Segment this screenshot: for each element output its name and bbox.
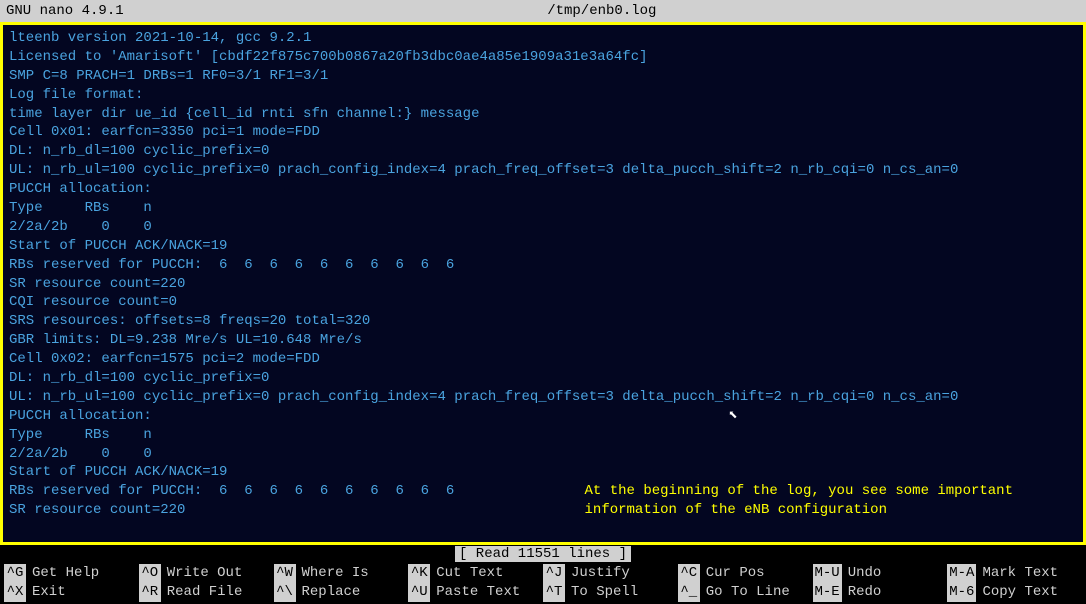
shortcut-item[interactable]: ^U Paste Text <box>408 583 543 602</box>
shortcut-key: ^C <box>678 564 700 583</box>
shortcut-item[interactable]: ^T To Spell <box>543 583 678 602</box>
shortcut-label: Where Is <box>302 564 369 583</box>
shortcut-item[interactable]: ^R Read File <box>139 583 274 602</box>
annotation-box: At the beginning of the log, you see som… <box>585 482 1013 520</box>
log-line: UL: n_rb_ul=100 cyclic_prefix=0 prach_co… <box>9 388 1077 407</box>
shortcuts-row-2: ^X Exit ^R Read File ^\ Replace ^U Paste Text ^T… <box>0 583 1086 602</box>
shortcut-item[interactable]: M-A Mark Text <box>947 564 1082 583</box>
status-line: [ Read 11551 lines ] <box>0 545 1086 564</box>
log-line: Type RBs n <box>9 426 1077 445</box>
shortcut-label: Exit <box>32 583 66 602</box>
shortcut-key: ^U <box>408 583 430 602</box>
log-line: Cell 0x02: earfcn=1575 pci=2 mode=FDD <box>9 350 1077 369</box>
shortcut-key: ^K <box>408 564 430 583</box>
shortcut-label: Cur Pos <box>706 564 765 583</box>
shortcut-key: M-A <box>947 564 976 583</box>
shortcut-label: Redo <box>848 583 882 602</box>
log-line: Start of PUCCH ACK/NACK=19 <box>9 463 1077 482</box>
shortcut-key: ^_ <box>678 583 700 602</box>
log-line: 2/2a/2b 0 0 <box>9 218 1077 237</box>
log-line: SR resource count=220 <box>9 275 1077 294</box>
shortcut-key: ^O <box>139 564 161 583</box>
shortcut-label: Get Help <box>32 564 99 583</box>
log-line: PUCCH allocation: <box>9 180 1077 199</box>
shortcuts-row-1: ^G Get Help ^O Write Out ^W Where Is ^K Cut Tex… <box>0 564 1086 583</box>
shortcut-item[interactable]: ^\ Replace <box>274 583 409 602</box>
log-line: DL: n_rb_dl=100 cyclic_prefix=0 <box>9 142 1077 161</box>
shortcut-key: ^\ <box>274 583 296 602</box>
shortcut-item[interactable]: ^O Write Out <box>139 564 274 583</box>
log-line: RBs reserved for PUCCH: 6 6 6 6 6 6 6 6 … <box>9 256 1077 275</box>
shortcut-label: Paste Text <box>436 583 520 602</box>
log-line: Cell 0x01: earfcn=3350 pci=1 mode=FDD <box>9 123 1077 142</box>
shortcut-item[interactable]: ^J Justify <box>543 564 678 583</box>
log-line: time layer dir ue_id {cell_id rnti sfn c… <box>9 105 1077 124</box>
shortcut-key: ^W <box>274 564 296 583</box>
shortcut-key: ^R <box>139 583 161 602</box>
shortcut-label: Mark Text <box>982 564 1058 583</box>
shortcut-item[interactable]: M-6 Copy Text <box>947 583 1082 602</box>
log-line: Log file format: <box>9 86 1077 105</box>
annotation-line2: information of the eNB configuration <box>585 501 1013 520</box>
shortcut-label: To Spell <box>571 583 638 602</box>
shortcut-key: M-E <box>813 583 842 602</box>
shortcut-key: ^T <box>543 583 565 602</box>
shortcut-label: Cut Text <box>436 564 503 583</box>
log-line: Type RBs n <box>9 199 1077 218</box>
shortcut-label: Copy Text <box>982 583 1058 602</box>
shortcut-key: ^G <box>4 564 26 583</box>
status-text: [ Read 11551 lines ] <box>455 546 631 562</box>
shortcut-item[interactable]: M-U Undo <box>813 564 948 583</box>
shortcut-key: M-6 <box>947 583 976 602</box>
log-line: 2/2a/2b 0 0 <box>9 445 1077 464</box>
shortcut-label: Write Out <box>167 564 243 583</box>
log-line: GBR limits: DL=9.238 Mre/s UL=10.648 Mre… <box>9 331 1077 350</box>
log-line: lteenb version 2021-10-14, gcc 9.2.1 <box>9 29 1077 48</box>
shortcut-item[interactable]: ^_ Go To Line <box>678 583 813 602</box>
shortcut-label: Read File <box>167 583 243 602</box>
shortcut-label: Replace <box>302 583 361 602</box>
shortcut-key: ^J <box>543 564 565 583</box>
shortcut-item[interactable]: ^K Cut Text <box>408 564 543 583</box>
annotation-line1: At the beginning of the log, you see som… <box>585 482 1013 501</box>
app-name: GNU nano 4.9.1 <box>6 3 124 19</box>
log-line: SRS resources: offsets=8 freqs=20 total=… <box>9 312 1077 331</box>
log-line: Licensed to 'Amarisoft' [cbdf22f875c700b… <box>9 48 1077 67</box>
log-line: SMP C=8 PRACH=1 DRBs=1 RF0=3/1 RF1=3/1 <box>9 67 1077 86</box>
shortcut-item[interactable]: ^C Cur Pos <box>678 564 813 583</box>
shortcut-item[interactable]: M-E Redo <box>813 583 948 602</box>
shortcut-label: Go To Line <box>706 583 790 602</box>
shortcut-label: Undo <box>848 564 882 583</box>
log-line: CQI resource count=0 <box>9 293 1077 312</box>
shortcut-key: ^X <box>4 583 26 602</box>
log-line: PUCCH allocation: <box>9 407 1077 426</box>
log-line: DL: n_rb_dl=100 cyclic_prefix=0 <box>9 369 1077 388</box>
log-line: Start of PUCCH ACK/NACK=19 <box>9 237 1077 256</box>
title-bar: GNU nano 4.9.1 /tmp/enb0.log <box>0 0 1086 22</box>
shortcut-item[interactable]: ^X Exit <box>4 583 139 602</box>
file-path: /tmp/enb0.log <box>124 3 1080 19</box>
shortcut-label: Justify <box>571 564 630 583</box>
shortcut-item[interactable]: ^W Where Is <box>274 564 409 583</box>
log-line: UL: n_rb_ul=100 cyclic_prefix=0 prach_co… <box>9 161 1077 180</box>
shortcut-item[interactable]: ^G Get Help <box>4 564 139 583</box>
editor-content[interactable]: lteenb version 2021-10-14, gcc 9.2.1Lice… <box>0 22 1086 545</box>
shortcut-key: M-U <box>813 564 842 583</box>
